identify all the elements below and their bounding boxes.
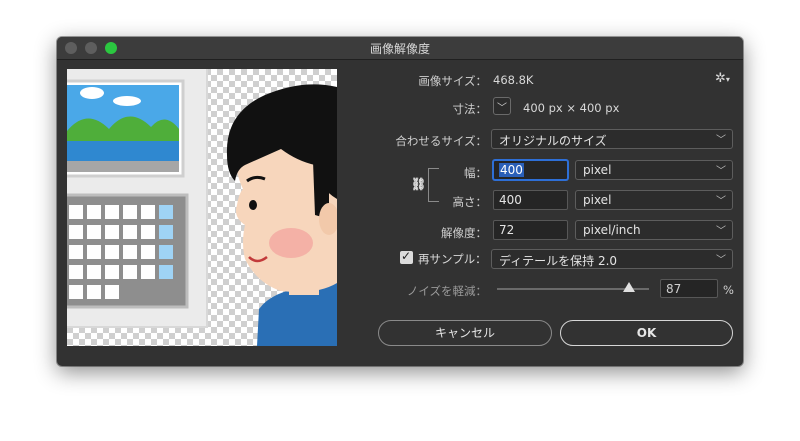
width-value: 400 — [499, 163, 524, 177]
height-input[interactable]: 400 — [493, 190, 568, 210]
chevron-down-icon: ﹀ — [716, 255, 726, 266]
chevron-down-icon: ﹀ — [497, 103, 507, 114]
checkmark-icon: ✓ — [401, 249, 412, 263]
width-label: 幅： — [464, 166, 487, 180]
noise-label: ノイズを軽減： — [406, 284, 487, 298]
chevron-down-icon: ﹀ — [716, 135, 726, 146]
fit-to-select[interactable]: オリジナルのサイズ ﹀ — [491, 129, 733, 149]
window-title: 画像解像度 — [369, 42, 430, 56]
chain-link-icon[interactable]: ⛓ — [411, 177, 426, 193]
resample-checkbox[interactable]: ✓ — [400, 249, 413, 264]
height-unit-select[interactable]: pixel ﹀ — [575, 190, 733, 210]
title-bar: 画像解像度 — [57, 37, 743, 60]
height-label: 高さ： — [452, 195, 488, 209]
constrain-bracket — [428, 168, 439, 202]
dimensions-menu-button[interactable]: ﹀ — [493, 97, 511, 115]
fit-to-value: オリジナルのサイズ — [499, 134, 607, 148]
resolution-unit-value: pixel/inch — [583, 223, 641, 237]
noise-input[interactable]: 87 — [660, 279, 718, 298]
resolution-unit-select[interactable]: pixel/inch ﹀ — [575, 220, 733, 240]
width-unit-value: pixel — [583, 163, 612, 177]
dimensions-label: 寸法： — [452, 102, 488, 116]
resample-method-value: ディテールを保持 2.0 — [499, 254, 618, 268]
chevron-down-icon: ﹀ — [716, 226, 726, 237]
image-size-label: 画像サイズ： — [418, 74, 487, 88]
noise-slider-track[interactable] — [497, 282, 649, 292]
image-preview[interactable] — [67, 69, 337, 346]
dimensions-value: 400 px × 400 px — [523, 101, 620, 115]
image-size-dialog: 画像解像度 画像サイズ： 468.8K ✲▾ 寸法： ﹀ 400 px × 40… — [57, 37, 743, 366]
gear-icon[interactable]: ✲▾ — [715, 71, 730, 86]
chevron-down-icon: ﹀ — [716, 166, 726, 177]
cancel-button[interactable]: キャンセル — [378, 320, 552, 346]
ok-button[interactable]: OK — [560, 320, 733, 346]
resolution-label: 解像度： — [441, 226, 487, 240]
width-input[interactable]: 400 — [493, 160, 568, 180]
image-size-value: 468.8K — [493, 73, 534, 87]
fit-to-label: 合わせるサイズ： — [395, 134, 487, 148]
noise-slider-thumb[interactable] — [623, 282, 636, 292]
width-unit-select[interactable]: pixel ﹀ — [575, 160, 733, 180]
resample-method-select[interactable]: ディテールを保持 2.0 ﹀ — [491, 249, 733, 269]
chevron-down-icon: ﹀ — [716, 196, 726, 207]
height-unit-value: pixel — [583, 193, 612, 207]
resolution-input[interactable]: 72 — [493, 220, 568, 240]
resample-label: 再サンプル： — [418, 252, 487, 266]
preview-illustration — [67, 69, 337, 346]
noise-unit: % — [723, 283, 734, 297]
